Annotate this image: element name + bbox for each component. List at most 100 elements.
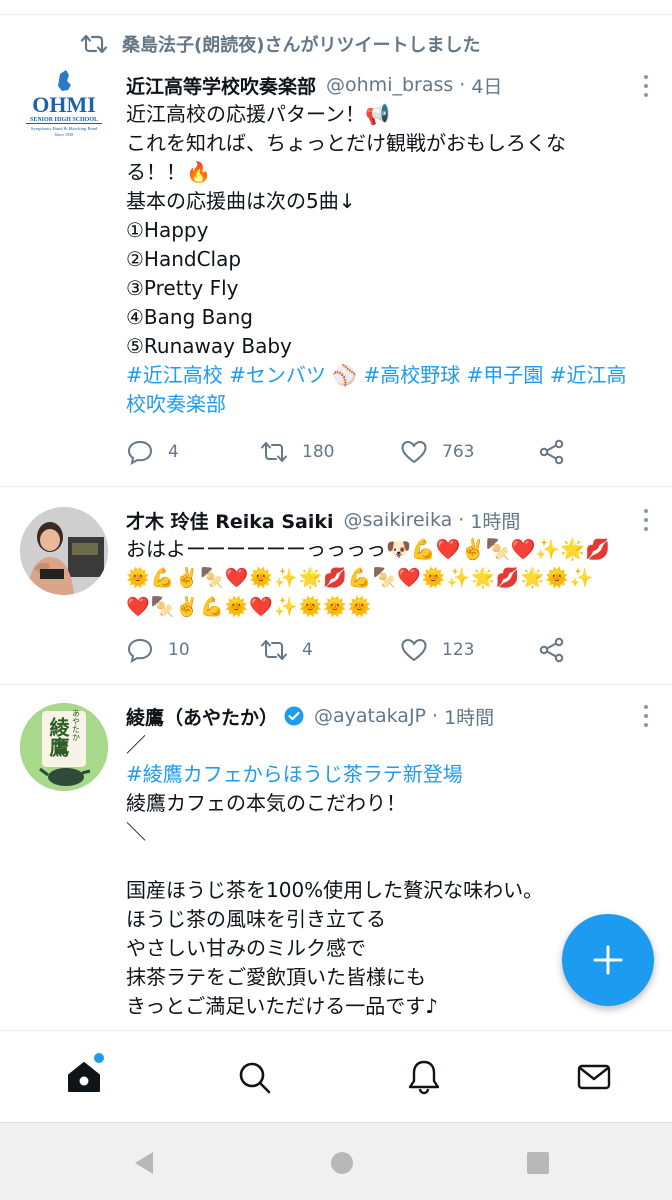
tweet-line: 基本の応援曲は次の5曲↓ <box>126 189 356 213</box>
android-navigation-bar <box>0 1122 672 1200</box>
tab-messages[interactable] <box>574 1057 614 1097</box>
compose-tweet-button[interactable] <box>562 914 654 1006</box>
tweet-time[interactable]: 1時間 <box>470 507 520 534</box>
author-handle[interactable]: @saikireika <box>344 509 453 531</box>
like-count: 763 <box>442 442 475 462</box>
avatar[interactable]: 綾鷹 あやたか <box>20 703 108 791</box>
tweet-line: ＼ <box>126 820 146 844</box>
author-name[interactable]: 才木 玲佳 Reika Saiki <box>126 507 334 534</box>
hashtag-line[interactable]: #近江高校 #センバツ ⚾ #高校野球 #甲子園 #近江高 <box>126 361 650 390</box>
retweet-count: 180 <box>302 442 335 462</box>
tweet-line: これを知れば、ちょっとだけ観戦がおもしろくな <box>126 131 566 155</box>
logo-kana: あやたか <box>72 709 81 741</box>
share-icon <box>539 637 564 663</box>
avatar[interactable]: OHMI SENIOR HIGH SCHOOL Symphonic Band &… <box>20 62 108 150</box>
author-handle[interactable]: @ohmi_brass <box>326 74 453 96</box>
retweet-count: 4 <box>302 640 313 660</box>
tweet-line: ④Bang Bang <box>126 305 253 329</box>
timeline-feed[interactable]: 桑島法子(朗読夜)さんがリツイートしました OHMI SENIOR HIGH S… <box>0 0 672 1030</box>
tweet-line: ほうじ茶の風味を引き立てる <box>126 907 386 931</box>
tweet-line: おはよーーーーーーっっっっ🐶💪❤️✌️🍢❤️✨🌟💋 <box>126 537 611 561</box>
avatar[interactable] <box>20 507 108 595</box>
share-button[interactable] <box>538 636 566 664</box>
separator-dot: · <box>459 74 466 96</box>
tweet-body: 才木 玲佳 Reika Saiki @saikireika · 1時間 おはよー… <box>126 505 650 622</box>
author-name[interactable]: 綾鷹（あやたか） <box>126 703 278 730</box>
retweet-banner: 桑島法子(朗読夜)さんがリツイートしました <box>80 31 480 57</box>
reply-count: 4 <box>168 442 179 462</box>
tweet-time[interactable]: 4日 <box>471 72 502 99</box>
tweet-line: ①Happy <box>126 218 209 242</box>
home-icon <box>68 1062 100 1092</box>
tweet-line: ⑤Runaway Baby <box>126 334 292 358</box>
tweet-body: 近江高等学校吹奏楽部 @ohmi_brass · 4日 近江高校の応援パターン！… <box>126 70 650 419</box>
search-icon <box>239 1062 271 1094</box>
home-circle-icon <box>331 1152 353 1174</box>
logo-kanji: 綾鷹 <box>46 716 70 758</box>
tweet-line: 近江高校の応援パターン！📢 <box>126 102 390 126</box>
logo-subtitle: SENIOR HIGH SCHOOL <box>30 117 98 123</box>
retweet-banner-text: 桑島法子(朗読夜)さんがリツイートしました <box>122 35 481 56</box>
reply-button[interactable]: 4 <box>126 438 179 466</box>
separator-dot: · <box>458 509 465 531</box>
tweet-saiki-reika[interactable]: 才木 玲佳 Reika Saiki @saikireika · 1時間 おはよー… <box>0 487 672 685</box>
tweet-line: ❤️🍢✌️💪🌞❤️✨🌞🌞🌞 <box>126 596 373 618</box>
tweet-text: おはよーーーーーーっっっっ🐶💪❤️✌️🍢❤️✨🌟💋 🌞💪✌️🍢❤️🌞✨🌟💋💪🍢❤… <box>126 535 650 622</box>
new-content-dot <box>94 1053 104 1063</box>
reply-button[interactable]: 10 <box>126 636 190 664</box>
tweet-header: 才木 玲佳 Reika Saiki @saikireika · 1時間 <box>126 505 650 535</box>
author-name[interactable]: 近江高等学校吹奏楽部 <box>126 72 316 99</box>
tweet-line: 国産ほうじ茶を100%使用した贅沢な味わい。 <box>126 878 544 902</box>
like-count: 123 <box>442 640 475 660</box>
tweet-line: きっとご満足いただける一品です♪ <box>126 994 438 1018</box>
reply-count: 10 <box>168 640 190 660</box>
back-button[interactable] <box>130 1149 158 1177</box>
tweet-line: 🌞💪✌️🍢❤️🌞✨🌟💋💪🍢❤️🌞✨🌟💋🌟🌞✨ <box>126 567 595 589</box>
tab-home[interactable] <box>64 1053 104 1097</box>
tab-search[interactable] <box>234 1057 274 1097</box>
tweet-line: ③Pretty Fly <box>126 276 239 300</box>
retweet-icon <box>261 640 287 660</box>
logo-since: Since 1938 <box>55 132 74 137</box>
share-button[interactable] <box>538 438 566 466</box>
author-handle[interactable]: @ayatakaJP <box>314 705 426 727</box>
separator-dot: · <box>432 705 439 727</box>
tweet-text: 近江高校の応援パターン！📢 これを知れば、ちょっとだけ観戦がおもしろくな る！！… <box>126 100 650 419</box>
ohmi-logo: OHMI SENIOR HIGH SCHOOL Symphonic Band &… <box>20 62 108 150</box>
hashtag-line[interactable]: 校吹奏楽部 <box>126 390 650 419</box>
reply-icon <box>127 440 153 465</box>
recent-square-icon <box>527 1152 549 1174</box>
verified-badge-icon <box>284 706 304 726</box>
tweet-actions: 4 180 763 <box>126 437 586 467</box>
home-button[interactable] <box>328 1149 356 1177</box>
logo-title: OHMI <box>32 92 96 117</box>
tweet-line: ②HandClap <box>126 247 242 271</box>
retweet-icon <box>80 34 108 54</box>
tweet-time[interactable]: 1時間 <box>444 703 494 730</box>
envelope-icon <box>577 1064 611 1090</box>
tweet-header: 綾鷹（あやたか） @ayatakaJP · 1時間 <box>126 701 650 731</box>
tweet-line: 綾鷹カフェの本気のこだわり！ <box>126 791 406 815</box>
tab-notifications[interactable] <box>404 1057 444 1097</box>
reply-icon <box>127 638 153 663</box>
bell-icon <box>408 1060 440 1095</box>
ayataka-logo: 綾鷹 あやたか <box>20 703 108 791</box>
tweet-ohmi-brass[interactable]: 桑島法子(朗読夜)さんがリツイートしました OHMI SENIOR HIGH S… <box>0 15 672 487</box>
recent-apps-button[interactable] <box>524 1149 552 1177</box>
retweet-icon <box>261 442 287 462</box>
logo-tagline: Symphonic Band & Marching Band <box>31 126 98 131</box>
retweet-button[interactable]: 180 <box>260 438 334 466</box>
heart-icon <box>401 638 427 662</box>
tweet-line <box>126 847 650 876</box>
like-button[interactable]: 123 <box>400 636 474 664</box>
plus-icon <box>593 945 623 975</box>
like-button[interactable]: 763 <box>400 438 474 466</box>
tweet-header: 近江高等学校吹奏楽部 @ohmi_brass · 4日 <box>126 70 650 100</box>
heart-icon <box>401 440 427 464</box>
tweet-line: る！！🔥 <box>126 160 211 184</box>
hashtag-line[interactable]: #綾鷹カフェからほうじ茶ラテ新登場 <box>126 760 650 789</box>
retweet-button[interactable]: 4 <box>260 636 313 664</box>
tweet-line: ／ <box>126 733 146 757</box>
share-icon <box>539 439 564 465</box>
bottom-tab-bar <box>0 1030 672 1122</box>
